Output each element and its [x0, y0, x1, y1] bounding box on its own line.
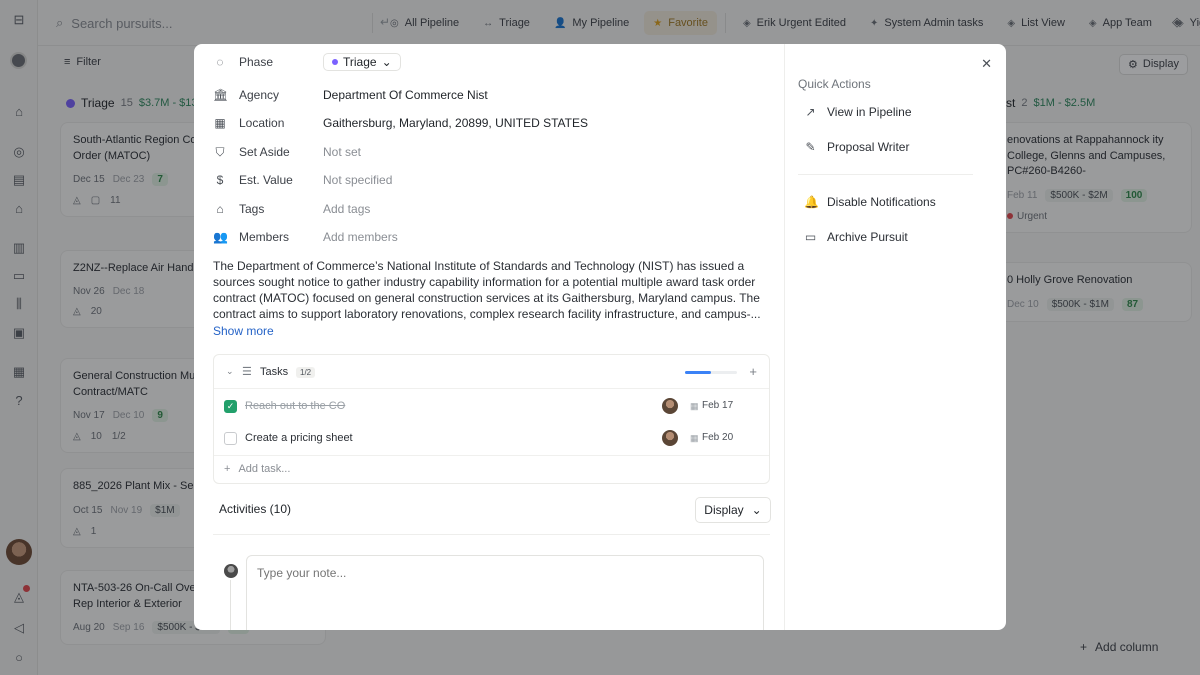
tasks-header: ⌄ ☰ Tasks 1/2 +	[214, 355, 769, 389]
chevron-down-icon[interactable]: ⌄	[226, 366, 234, 377]
location-value[interactable]: Gaithersburg, Maryland, 20899, UNITED ST…	[323, 116, 588, 130]
phase-select[interactable]: Triage ⌄	[323, 53, 401, 71]
disable-notifications-button[interactable]: 🔔 Disable Notifications	[804, 192, 936, 212]
members-icon: 👥	[213, 230, 228, 244]
proposal-writer-button[interactable]: ✎ Proposal Writer	[804, 137, 909, 157]
activities-title: Activities (10)	[219, 502, 292, 516]
phase-icon: ◌	[216, 55, 224, 69]
pursuit-detail-modal: ◌ Phase Triage ⌄ 🏛 Agency Department Of C…	[194, 44, 1006, 630]
view-in-pipeline-button[interactable]: ↗ View in Pipeline	[804, 102, 911, 122]
show-more-link[interactable]: Show more	[213, 324, 274, 338]
calendar-icon: ▦	[690, 401, 699, 411]
add-tags-button[interactable]: Add tags	[323, 202, 370, 216]
activities-display-button[interactable]: Display ⌄	[695, 497, 771, 523]
chevron-down-icon: ⌄	[751, 503, 762, 517]
quick-actions-panel: Quick Actions ↗ View in Pipeline ✎ Proposa…	[784, 44, 1006, 630]
assignee-avatar[interactable]	[662, 398, 678, 414]
assignee-avatar[interactable]	[662, 430, 678, 446]
task-progress-fill	[685, 371, 711, 374]
property-set-aside: ⛉ Set Aside Not set	[213, 142, 773, 162]
property-tags: ⌂ Tags Add tags	[213, 199, 773, 219]
add-members-button[interactable]: Add members	[323, 230, 398, 244]
set-aside-value[interactable]: Not set	[323, 145, 361, 159]
add-task-icon[interactable]: +	[749, 364, 757, 379]
archive-icon: ▭	[804, 230, 817, 244]
calendar-icon: ▦	[690, 433, 699, 443]
location-icon: ▦	[214, 116, 226, 130]
note-input[interactable]	[246, 555, 764, 630]
archive-pursuit-button[interactable]: ▭ Archive Pursuit	[804, 227, 908, 247]
property-agency: 🏛 Agency Department Of Commerce Nist	[213, 88, 488, 102]
task-row[interactable]: Create a pricing sheet ▦ Feb 20	[214, 423, 769, 455]
chevron-down-icon: ⌄	[381, 55, 392, 69]
task-row[interactable]: ✓ Reach out to the CO ▦ Feb 17	[214, 391, 769, 423]
external-link-icon: ↗	[805, 105, 816, 119]
plus-icon: +	[224, 463, 231, 475]
current-user-avatar	[224, 564, 238, 578]
tag-icon: ⌂	[216, 202, 224, 216]
est-value-value[interactable]: Not specified	[323, 173, 392, 187]
divider	[214, 455, 769, 456]
task-checkbox[interactable]	[224, 432, 237, 445]
bell-icon: 🔔	[804, 195, 819, 209]
close-icon[interactable]: ✕	[981, 56, 992, 72]
property-location: ▦ Location Gaithersburg, Maryland, 20899…	[214, 116, 588, 130]
property-members: 👥 Members Add members	[213, 230, 398, 244]
divider	[798, 174, 973, 175]
task-checkbox[interactable]: ✓	[224, 400, 237, 413]
pencil-icon: ✎	[805, 140, 816, 154]
dollar-icon: $	[216, 173, 224, 187]
tasks-panel: ⌄ ☰ Tasks 1/2 + ✓ Reach out to the CO ▦ …	[213, 354, 770, 484]
agency-icon: 🏛	[213, 88, 229, 102]
task-progress-bar	[685, 371, 737, 374]
divider	[213, 534, 770, 535]
shield-icon: ⛉	[215, 144, 225, 159]
timeline-line	[230, 580, 231, 630]
add-task-button[interactable]: + Add task...	[224, 463, 290, 475]
pursuit-description: The Department of Commerce’s National In…	[213, 259, 761, 321]
pursuit-details: ◌ Phase Triage ⌄ 🏛 Agency Department Of C…	[194, 44, 784, 630]
checklist-icon: ☰	[242, 366, 252, 378]
property-phase: ◌ Phase Triage ⌄	[213, 52, 773, 72]
quick-actions-title: Quick Actions	[798, 77, 871, 91]
task-count-badge: 1/2	[296, 367, 316, 378]
property-est-value: $ Est. Value Not specified	[213, 170, 773, 190]
agency-value[interactable]: Department Of Commerce Nist	[323, 88, 488, 102]
